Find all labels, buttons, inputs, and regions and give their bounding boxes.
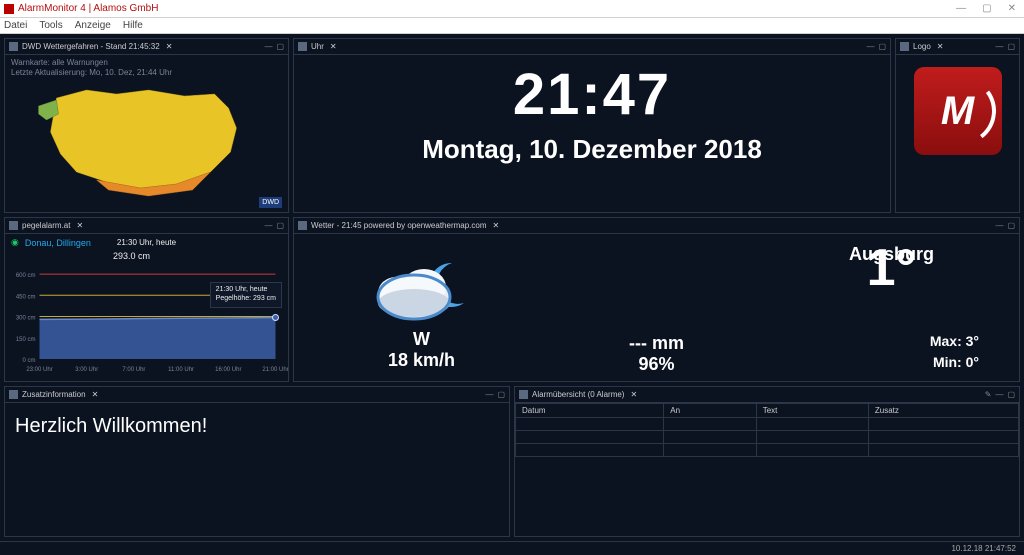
- panel-maximize-button[interactable]: ▢: [276, 42, 284, 51]
- svg-text:23:00 Uhr: 23:00 Uhr: [26, 367, 52, 373]
- table-row[interactable]: [516, 444, 1019, 457]
- close-icon[interactable]: ✕: [330, 42, 337, 51]
- app-icon: [4, 4, 14, 14]
- wetter-temp: 1°: [774, 238, 1009, 333]
- panel-maximize-button[interactable]: ▢: [878, 42, 886, 51]
- panel-zusatz-title: Zusatzinformation: [22, 390, 86, 399]
- panel-alarme-title: Alarmübersicht (0 Alarme): [532, 390, 624, 399]
- titlebar: AlarmMonitor 4 | Alamos GmbH — ▢ ✕: [0, 0, 1024, 18]
- app-logo: M: [914, 67, 1002, 155]
- menu-hilfe[interactable]: Hilfe: [123, 20, 143, 31]
- dwd-updated: Letzte Aktualisierung: Mo, 10. Dez, 21:4…: [11, 68, 282, 78]
- col-datum[interactable]: Datum: [516, 404, 664, 418]
- water-icon: [9, 221, 18, 230]
- panel-clock: Uhr ✕ — ▢ 21:47 Montag, 10. Dezember 201…: [293, 38, 891, 213]
- panel-wetter-title: Wetter - 21:45 powered by openweathermap…: [311, 221, 487, 230]
- menu-datei[interactable]: Datei: [4, 20, 27, 31]
- svg-text:0 cm: 0 cm: [22, 358, 35, 364]
- panel-clock-title: Uhr: [311, 42, 324, 51]
- wetter-max: Max: 3°: [774, 333, 1009, 354]
- menubar: Datei Tools Anzeige Hilfe: [0, 18, 1024, 34]
- status-datetime: 10.12.18 21:47:52: [951, 544, 1016, 553]
- close-icon[interactable]: ✕: [76, 221, 83, 230]
- panel-logo: Logo ✕ — ▢ M: [895, 38, 1020, 213]
- pegel-now: 21:30 Uhr, heute: [117, 238, 176, 247]
- pegel-location: Donau, Dillingen: [25, 238, 91, 248]
- menu-anzeige[interactable]: Anzeige: [75, 20, 111, 31]
- dwd-map: [5, 80, 288, 200]
- pegel-tooltip: 21:30 Uhr, heute Pegelhöhe: 293 cm: [210, 282, 282, 308]
- panel-maximize-button[interactable]: ▢: [276, 221, 284, 230]
- pegel-marker-icon: ◉: [11, 237, 19, 248]
- table-row[interactable]: [516, 418, 1019, 431]
- wetter-wind-speed: 18 km/h: [388, 350, 455, 371]
- close-icon[interactable]: ✕: [92, 390, 99, 399]
- svg-text:150 cm: 150 cm: [16, 337, 36, 343]
- minimize-button[interactable]: —: [952, 3, 970, 14]
- menu-tools[interactable]: Tools: [39, 20, 62, 31]
- dwd-heading: Warnkarte: alle Warnungen: [11, 58, 282, 68]
- close-icon[interactable]: ✕: [166, 42, 173, 51]
- pegel-chart: 0 cm 150 cm 300 cm 450 cm 600 cm 23:00 Uhr 3:0…: [5, 263, 288, 375]
- wetter-rain: --- mm: [539, 333, 774, 354]
- clock-icon: [298, 42, 307, 51]
- clock-time: 21:47: [294, 61, 890, 128]
- wetter-wind-dir: W: [413, 329, 430, 350]
- panel-minimize-button[interactable]: —: [995, 221, 1003, 230]
- svg-text:21:00 Uhr: 21:00 Uhr: [262, 367, 288, 373]
- col-zusatz[interactable]: Zusatz: [868, 404, 1018, 418]
- close-icon[interactable]: ✕: [493, 221, 500, 230]
- col-text[interactable]: Text: [756, 404, 868, 418]
- col-an[interactable]: An: [664, 404, 756, 418]
- svg-text:3:00 Uhr: 3:00 Uhr: [75, 367, 98, 373]
- weather-cloud-moon-icon: [362, 243, 482, 333]
- panel-pegel: pegelalarm.at ✕ — ▢ ◉ Donau, Dillingen 2…: [4, 217, 289, 382]
- panel-minimize-button[interactable]: —: [485, 390, 493, 399]
- svg-text:300 cm: 300 cm: [16, 316, 36, 322]
- panel-maximize-button[interactable]: ▢: [497, 390, 505, 399]
- maximize-button[interactable]: ▢: [978, 3, 995, 14]
- wetter-min: Min: 0°: [774, 354, 1009, 375]
- svg-text:7:00 Uhr: 7:00 Uhr: [122, 367, 145, 373]
- close-icon[interactable]: ✕: [937, 42, 944, 51]
- panel-minimize-button[interactable]: —: [264, 42, 272, 51]
- panel-alarme: Alarmübersicht (0 Alarme) ✕ ✎ — ▢ Datum …: [514, 386, 1020, 537]
- panel-wetter: Wetter - 21:45 powered by openweathermap…: [293, 217, 1020, 382]
- alarm-table: Datum An Text Zusatz: [515, 403, 1019, 457]
- app-title: AlarmMonitor 4 | Alamos GmbH: [18, 3, 158, 14]
- panel-minimize-button[interactable]: —: [866, 42, 874, 51]
- wetter-humidity: 96%: [539, 354, 774, 375]
- image-icon: [900, 42, 909, 51]
- panel-dwd: DWD Wettergefahren - Stand 21:45:32 ✕ — …: [4, 38, 289, 213]
- panel-maximize-button[interactable]: ▢: [1007, 221, 1015, 230]
- bell-icon: [519, 390, 528, 399]
- panel-minimize-button[interactable]: —: [995, 390, 1003, 399]
- globe-icon: [9, 42, 18, 51]
- dwd-badge: DWD: [259, 197, 282, 208]
- panel-dwd-title: DWD Wettergefahren - Stand 21:45:32: [22, 42, 160, 51]
- zusatz-text: Herzlich Willkommen!: [5, 403, 509, 450]
- panel-zusatz: Zusatzinformation ✕ — ▢ Herzlich Willkom…: [4, 386, 510, 537]
- weather-icon: [298, 221, 307, 230]
- panel-logo-title: Logo: [913, 42, 931, 51]
- info-icon: [9, 390, 18, 399]
- svg-text:11:00 Uhr: 11:00 Uhr: [168, 367, 194, 373]
- table-row[interactable]: [516, 431, 1019, 444]
- clock-date: Montag, 10. Dezember 2018: [294, 134, 890, 165]
- statusbar: 10.12.18 21:47:52: [0, 541, 1024, 555]
- panel-minimize-button[interactable]: —: [264, 221, 272, 230]
- svg-text:450 cm: 450 cm: [16, 294, 36, 300]
- panel-minimize-button[interactable]: —: [995, 42, 1003, 51]
- panel-edit-button[interactable]: ✎: [985, 390, 992, 399]
- panel-maximize-button[interactable]: ▢: [1007, 42, 1015, 51]
- pegel-value: 293.0 cm: [5, 251, 288, 263]
- svg-text:16:00 Uhr: 16:00 Uhr: [215, 367, 241, 373]
- close-button[interactable]: ✕: [1004, 3, 1020, 14]
- panel-pegel-title: pegelalarm.at: [22, 221, 70, 230]
- panel-maximize-button[interactable]: ▢: [1007, 390, 1015, 399]
- svg-text:600 cm: 600 cm: [16, 273, 36, 279]
- close-icon[interactable]: ✕: [630, 390, 637, 399]
